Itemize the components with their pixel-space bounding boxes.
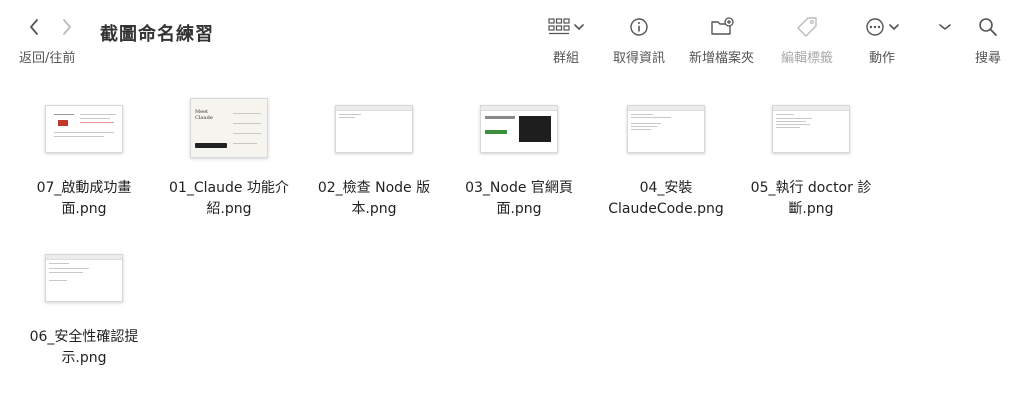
file-item[interactable]: Meet Claude 01_Claude 功能介 紹.png [159, 98, 299, 220]
file-thumbnail [627, 105, 705, 153]
file-name: 07_啟動成功畫 面.png [36, 180, 132, 217]
chevron-right-icon [63, 19, 71, 35]
tag-icon [797, 17, 817, 37]
file-item[interactable]: 07_啟動成功畫 面.png [14, 105, 154, 220]
action-label: 動作 [868, 51, 895, 66]
file-name: 02_檢查 Node 版 本.png [317, 180, 431, 217]
forward-button[interactable] [56, 16, 78, 38]
file-item[interactable]: 02_檢查 Node 版 本.png [304, 105, 444, 220]
thumb-dark-button [195, 143, 227, 148]
new-folder-button[interactable]: 新增檔案夾 [689, 14, 754, 66]
file-thumbnail [45, 254, 123, 302]
thumb-green-button [485, 130, 507, 134]
info-icon [630, 18, 648, 36]
file-item[interactable]: 03_Node 官網頁 面.png [449, 105, 589, 220]
file-thumbnail [335, 105, 413, 153]
toolbar-overflow-button[interactable] [939, 14, 951, 40]
new-folder-icon [710, 17, 734, 35]
folder-title: 截圖命名練習 [100, 24, 214, 45]
thumb-heading: Meet Claude [195, 109, 213, 121]
search-icon [979, 18, 997, 36]
grid-view-icon [548, 18, 570, 35]
file-item[interactable]: 05_執行 doctor 診 斷.png [741, 105, 881, 220]
file-thumbnail [480, 105, 558, 153]
file-name: 04_安裝 ClaudeCode.png [608, 180, 724, 217]
chevron-down-icon [574, 24, 584, 30]
file-name: 03_Node 官網頁 面.png [465, 180, 573, 217]
file-thumbnail [45, 105, 123, 153]
search-button[interactable]: 搜尋 [975, 14, 1001, 66]
edit-tags-button[interactable]: 編輯標籤 [781, 14, 833, 66]
group-button[interactable]: 群組 [548, 14, 584, 66]
edit-tags-label: 編輯標籤 [781, 51, 834, 66]
back-button[interactable] [23, 16, 45, 38]
file-thumbnail: Meet Claude [190, 98, 268, 158]
get-info-label: 取得資訊 [613, 51, 666, 66]
thumb-dark-panel [519, 116, 551, 142]
file-name: 05_執行 doctor 診 斷.png [750, 180, 872, 217]
thumb-red-block [58, 120, 68, 126]
group-label: 群組 [552, 51, 579, 66]
chevron-down-icon [939, 24, 951, 30]
file-item[interactable]: 06_安全性確認提 示.png [14, 254, 154, 369]
file-thumbnail [772, 105, 850, 153]
chevron-left-icon [30, 19, 38, 35]
search-label: 搜尋 [975, 51, 1002, 66]
more-icon [866, 18, 884, 36]
toolbar: 返回/往前 截圖命名練習 群組 取得資訊 新增檔案夾 編輯標籤 動作 搜尋 [0, 0, 1024, 80]
new-folder-label: 新增檔案夾 [689, 51, 755, 66]
file-name: 06_安全性確認提 示.png [29, 329, 139, 366]
finder-window: 返回/往前 截圖命名練習 群組 取得資訊 新增檔案夾 編輯標籤 動作 搜尋 07… [0, 0, 1024, 415]
file-item[interactable]: 04_安裝 ClaudeCode.png [596, 105, 736, 220]
get-info-button[interactable]: 取得資訊 [613, 14, 665, 66]
action-button[interactable]: 動作 [865, 14, 899, 66]
file-name: 01_Claude 功能介 紹.png [169, 180, 289, 217]
back-forward-label: 返回/往前 [19, 51, 76, 66]
chevron-down-icon [889, 24, 899, 30]
